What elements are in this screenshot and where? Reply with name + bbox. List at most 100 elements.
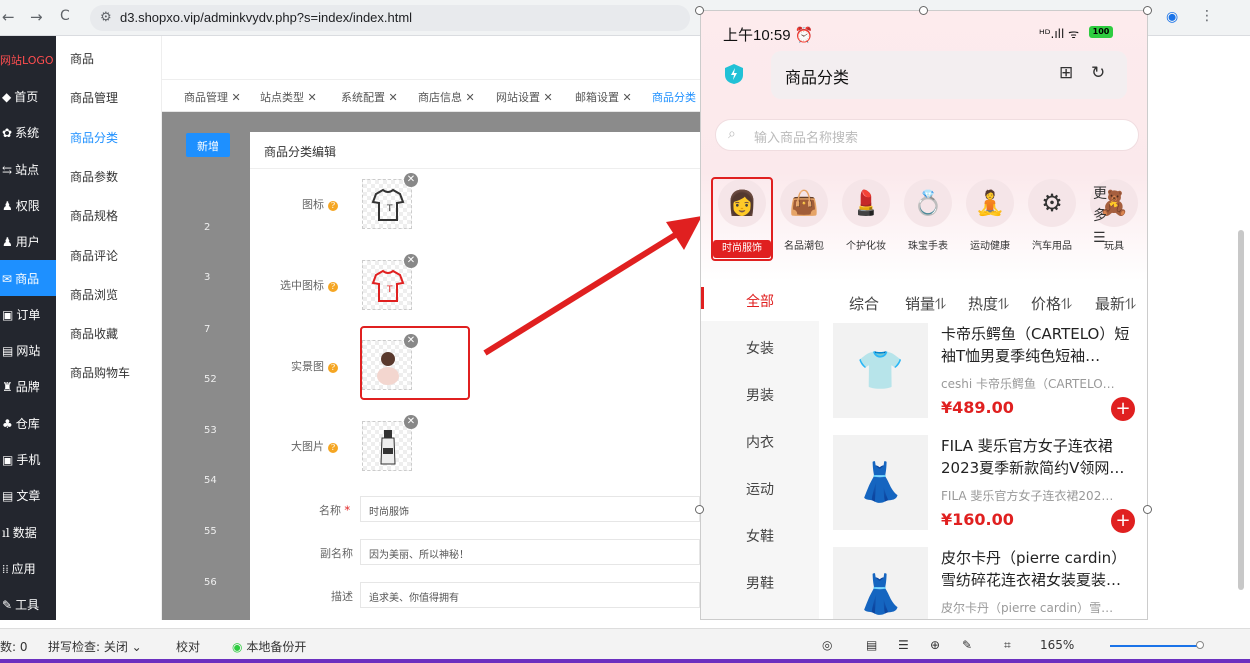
- profile-icon[interactable]: ◉: [1166, 9, 1178, 25]
- tab-2[interactable]: 系统配置 ✕: [341, 89, 398, 105]
- category-item[interactable]: 👜 名品潮包: [773, 179, 835, 252]
- sort-option-3[interactable]: 价格⥮: [1031, 293, 1072, 314]
- fit-icon[interactable]: ⌗: [1004, 638, 1011, 653]
- left-category-1[interactable]: 女装: [701, 338, 819, 358]
- backup-toggle[interactable]: ◉ 本地备份开: [232, 638, 306, 655]
- submenu-item-3[interactable]: 商品参数: [70, 168, 118, 185]
- sidebar-item-label: 系统: [15, 126, 40, 141]
- sort-option-4[interactable]: 最新⥮: [1095, 293, 1136, 314]
- submenu-item-8[interactable]: 商品购物车: [70, 364, 130, 381]
- remove-selected-icon-image[interactable]: ✕: [404, 254, 418, 268]
- add-shortcut-icon[interactable]: ⊞: [1059, 63, 1073, 83]
- sidebar-item-14[interactable]: ✎ 工具: [0, 586, 56, 622]
- pen-icon[interactable]: ✎: [962, 638, 972, 652]
- reload-button[interactable]: C: [60, 8, 70, 24]
- proofread-button[interactable]: 校对: [176, 638, 200, 655]
- big-image[interactable]: [362, 421, 412, 471]
- list-icon: ☰: [1093, 230, 1106, 246]
- left-category-3[interactable]: 内衣: [701, 432, 819, 452]
- submenu-item-4[interactable]: 商品规格: [70, 207, 118, 224]
- add-to-cart-button[interactable]: +: [1111, 397, 1135, 421]
- add-button[interactable]: 新增: [186, 133, 230, 157]
- submenu-item-2[interactable]: 商品分类: [70, 129, 118, 146]
- more-categories-button[interactable]: 更多 ☰: [1093, 183, 1113, 249]
- resize-handle[interactable]: [919, 6, 928, 15]
- resize-handle[interactable]: [695, 6, 704, 15]
- left-category-5[interactable]: 女鞋: [701, 526, 819, 546]
- scrollbar[interactable]: [1238, 230, 1244, 590]
- description-input[interactable]: 追求美、你值得拥有: [360, 582, 700, 608]
- taskbar-strip: [0, 659, 1250, 663]
- address-bar[interactable]: ⚙ d3.shopxo.vip/adminkvydv.php?s=index/i…: [90, 5, 690, 31]
- category-item[interactable]: 💄 个护化妆: [835, 179, 897, 252]
- sidebar-item-label: 应用: [11, 561, 36, 576]
- sidebar-item-10[interactable]: ▣ 手机: [0, 441, 56, 477]
- name-input[interactable]: 时尚服饰: [360, 496, 700, 522]
- zoom-slider-thumb[interactable]: [1196, 641, 1204, 649]
- web-view-icon[interactable]: ⊕: [930, 638, 940, 652]
- zoom-slider[interactable]: [1110, 645, 1200, 647]
- zoom-level[interactable]: 165%: [1040, 638, 1074, 652]
- sidebar-item-8[interactable]: ♜ 品牌: [0, 368, 56, 404]
- tab-3[interactable]: 商店信息 ✕: [418, 89, 475, 105]
- sidebar-item-12[interactable]: ıl 数据: [0, 514, 56, 550]
- sidebar-icon: ⇆: [2, 162, 13, 177]
- left-category-2[interactable]: 男装: [701, 385, 819, 405]
- sidebar-item-0[interactable]: ◆ 首页: [0, 78, 56, 114]
- forward-button[interactable]: →: [30, 8, 43, 26]
- product-search-input[interactable]: ⌕ 输入商品名称搜索: [715, 119, 1139, 151]
- sidebar-icon: ▤: [2, 344, 14, 359]
- refresh-icon[interactable]: ↻: [1091, 63, 1105, 83]
- sidebar-item-5[interactable]: ✉ 商品: [0, 259, 56, 296]
- category-item[interactable]: 💍 珠宝手表: [897, 179, 959, 252]
- help-icon: ?: [328, 363, 338, 373]
- submenu-item-6[interactable]: 商品浏览: [70, 286, 118, 303]
- left-category-4[interactable]: 运动: [701, 479, 819, 499]
- page-view-icon[interactable]: ▤: [866, 638, 877, 652]
- search-placeholder: 输入商品名称搜索: [754, 131, 859, 146]
- sidebar-item-7[interactable]: ▤ 网站: [0, 332, 56, 368]
- category-item[interactable]: 🧘 运动健康: [959, 179, 1021, 252]
- modal-title: 商品分类编辑: [264, 145, 337, 159]
- submenu-item-7[interactable]: 商品收藏: [70, 325, 118, 342]
- resize-handle[interactable]: [1143, 6, 1152, 15]
- sidebar-item-1[interactable]: ✿ 系统: [0, 114, 56, 150]
- category-label: 珠宝手表: [908, 241, 948, 252]
- right-panel: [1148, 36, 1250, 620]
- sidebar-icon: ◆: [2, 90, 12, 104]
- submenu-item-5[interactable]: 商品评论: [70, 247, 118, 264]
- eye-icon[interactable]: ◎: [822, 638, 832, 652]
- outline-icon[interactable]: ☰: [898, 638, 909, 652]
- tab-0[interactable]: 商品管理 ✕: [184, 89, 241, 105]
- sidebar-item-9[interactable]: ♣ 仓库: [0, 405, 56, 441]
- sidebar-item-4[interactable]: ♟ 用户: [0, 223, 56, 259]
- resize-handle[interactable]: [695, 505, 704, 514]
- sort-option-0[interactable]: 综合: [849, 293, 879, 314]
- back-button[interactable]: ←: [2, 8, 15, 26]
- selected-icon-image[interactable]: T: [362, 260, 412, 310]
- tab-5[interactable]: 邮箱设置 ✕: [575, 89, 632, 105]
- add-to-cart-button[interactable]: +: [1111, 509, 1135, 533]
- spell-check-toggle[interactable]: 拼写检查: 关闭 ⌄: [48, 638, 142, 655]
- sort-option-1[interactable]: 销量⥮: [905, 293, 946, 314]
- sidebar-item-2[interactable]: ⇆ 站点: [0, 151, 56, 187]
- site-info-icon[interactable]: ⚙: [100, 9, 112, 25]
- remove-big-image[interactable]: ✕: [404, 415, 418, 429]
- tab-1[interactable]: 站点类型 ✕: [260, 89, 317, 105]
- left-category-0[interactable]: 全部: [701, 291, 819, 311]
- sidebar-item-11[interactable]: ▤ 文章: [0, 477, 56, 513]
- category-item[interactable]: ⚙ 汽车用品: [1021, 179, 1083, 252]
- icon-image[interactable]: T: [362, 179, 412, 229]
- left-category-6[interactable]: 男鞋: [701, 573, 819, 593]
- sort-option-2[interactable]: 热度⥮: [968, 293, 1009, 314]
- subname-input[interactable]: 因为美丽、所以神秘！: [360, 539, 700, 565]
- tab-4[interactable]: 网站设置 ✕: [496, 89, 553, 105]
- sidebar-item-13[interactable]: ⁞⁞ 应用: [0, 550, 56, 586]
- sidebar-item-3[interactable]: ♟ 权限: [0, 187, 56, 223]
- resize-handle[interactable]: [1143, 505, 1152, 514]
- sidebar-item-6[interactable]: ▣ 订单: [0, 296, 56, 332]
- remove-icon-image[interactable]: ✕: [404, 173, 418, 187]
- category-image: 👜: [780, 179, 828, 227]
- menu-icon[interactable]: ⋮: [1200, 8, 1214, 24]
- submenu-item-1[interactable]: 商品管理: [70, 89, 118, 106]
